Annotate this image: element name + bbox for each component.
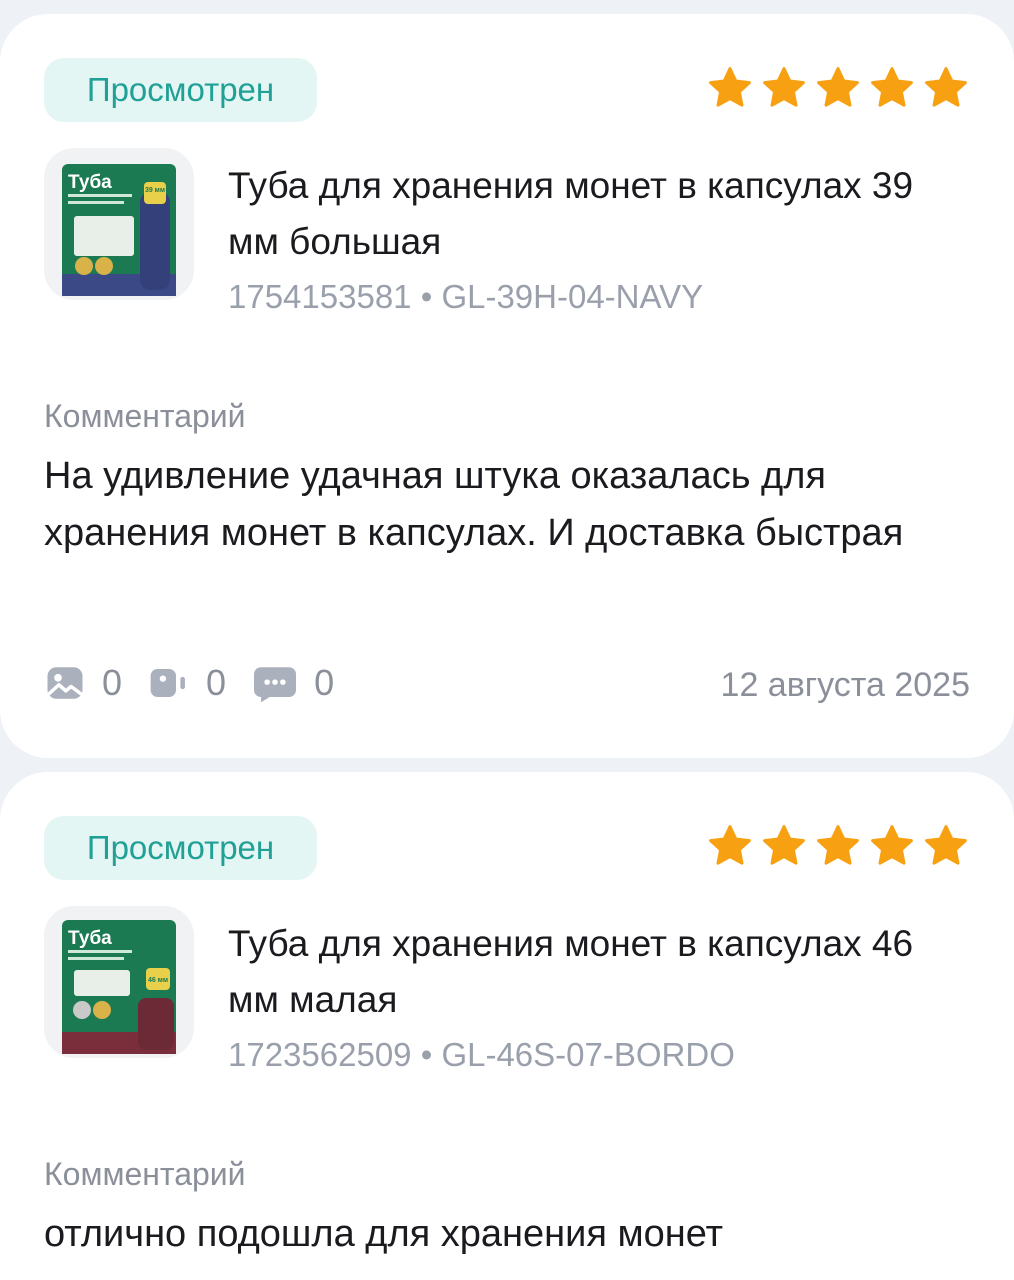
product-id: 1723562509 xyxy=(228,1036,412,1073)
star-icon xyxy=(763,67,805,107)
status-badge: Просмотрен xyxy=(44,816,317,880)
product-meta: 1754153581 • GL-39H-04-NAVY xyxy=(228,276,703,318)
star-icon xyxy=(925,67,967,107)
status-badge: Просмотрен xyxy=(44,58,317,122)
comment-count: 0 xyxy=(314,662,335,703)
product-meta: 1723562509 • GL-46S-07-BORDO xyxy=(228,1034,735,1076)
photo-count: 0 xyxy=(102,662,123,703)
product-id: 1754153581 xyxy=(228,278,412,315)
review-card[interactable]: Просмотрен Туба 39 мм Туба для хранения … xyxy=(0,14,1014,758)
thumb-label: Туба xyxy=(68,172,112,193)
meta-separator: • xyxy=(420,278,433,315)
comment-text: отлично подошла для хранения монет xyxy=(44,1213,724,1255)
video-counter[interactable]: 0 xyxy=(148,662,226,704)
product-sku: GL-39H-04-NAVY xyxy=(441,278,704,315)
video-icon xyxy=(150,669,185,697)
product-title[interactable]: Туба для хранения монет в капсулах 46 мм… xyxy=(228,916,948,1028)
comment-label: Комментарий xyxy=(44,1156,246,1192)
star-icon xyxy=(709,67,751,107)
star-icon xyxy=(871,825,913,865)
comment-counter[interactable]: 0 xyxy=(252,662,334,704)
star-icon xyxy=(709,825,751,865)
product-thumbnail[interactable]: Туба 46 мм xyxy=(44,906,194,1058)
reviews-feed: Просмотрен Туба 39 мм Туба для хранения … xyxy=(0,0,1014,1280)
media-counters: 0 0 0 xyxy=(44,662,334,704)
photo-counter[interactable]: 0 xyxy=(44,662,122,704)
thumb-size: 39 мм xyxy=(145,187,165,194)
product-sku: GL-46S-07-BORDO xyxy=(441,1036,735,1073)
rating-stars xyxy=(706,822,970,870)
rating-stars xyxy=(706,64,970,112)
meta-separator: • xyxy=(420,1036,433,1073)
comment-icon xyxy=(254,667,297,703)
video-count: 0 xyxy=(206,662,227,703)
product-title[interactable]: Туба для хранения монет в капсулах 39 мм… xyxy=(228,158,948,270)
star-icon xyxy=(871,67,913,107)
star-icon xyxy=(925,825,967,865)
product-thumbnail[interactable]: Туба 39 мм xyxy=(44,148,194,300)
review-card[interactable]: Просмотрен Туба 46 мм Туба для хранения … xyxy=(0,772,1014,1280)
comment-text: На удивление удачная штука оказалась для… xyxy=(44,455,904,554)
thumb-size: 46 мм xyxy=(148,977,168,984)
photo-icon xyxy=(47,667,83,699)
thumb-label: Туба xyxy=(68,928,112,949)
review-date: 12 августа 2025 xyxy=(720,666,970,704)
star-icon xyxy=(817,67,859,107)
comment-label: Комментарий xyxy=(44,398,246,434)
star-icon xyxy=(817,825,859,865)
star-icon xyxy=(763,825,805,865)
